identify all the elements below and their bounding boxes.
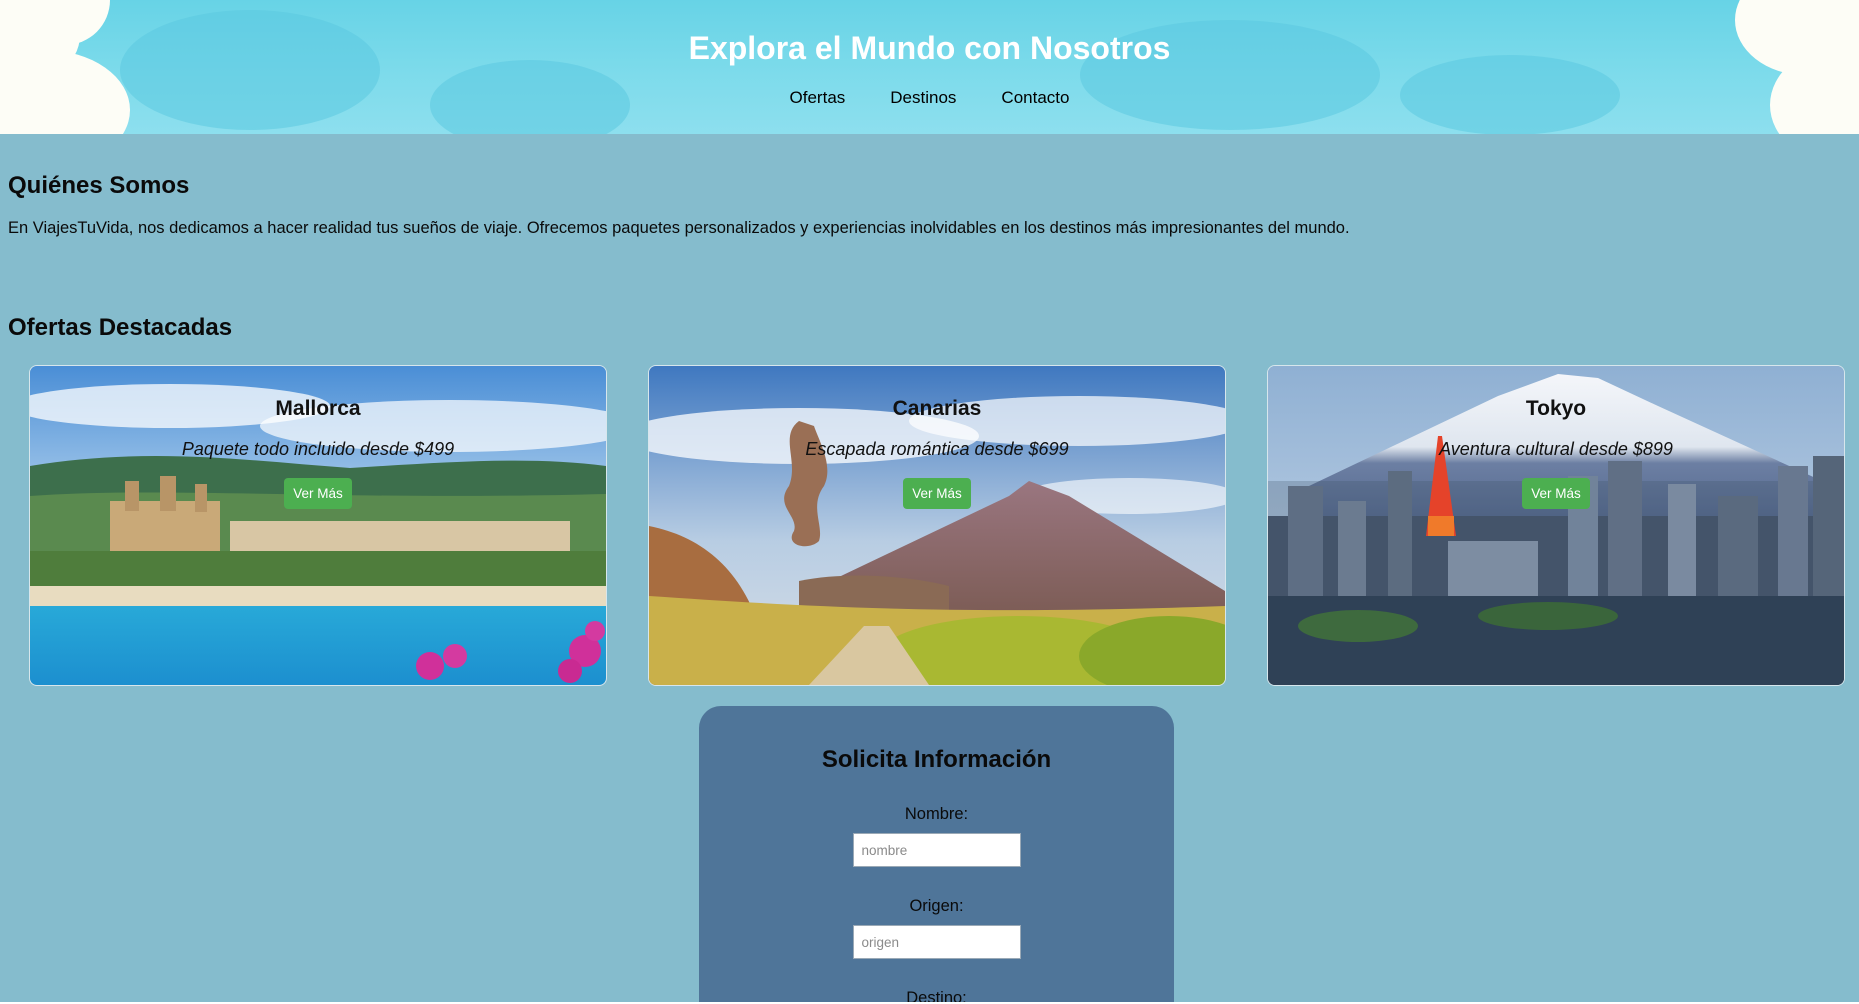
offer-card-canarias: Canarias Escapada romántica desde $699 V… xyxy=(648,365,1226,686)
main-nav: Ofertas Destinos Contacto xyxy=(0,88,1859,108)
about-text: En ViajesTuVida, nos dedicamos a hacer r… xyxy=(8,219,1350,237)
offer-description: Paquete todo incluido desde $499 xyxy=(181,439,455,459)
offer-cards: Mallorca Paquete todo incluido desde $49… xyxy=(29,365,1845,686)
about-section: Quiénes Somos En ViajesTuVida, nos dedic… xyxy=(8,172,1848,238)
form-field-nombre: Nombre: xyxy=(699,805,1174,867)
offer-description: Aventura cultural desde $899 xyxy=(1439,439,1673,459)
ver-mas-button-canarias[interactable]: Ver Más xyxy=(903,478,971,509)
form-field-destino: Destino: xyxy=(699,989,1174,1002)
form-field-origen: Origen: xyxy=(699,897,1174,959)
offer-card-tokyo: Tokyo Aventura cultural desde $899 Ver M… xyxy=(1267,365,1845,686)
origen-input[interactable] xyxy=(852,925,1021,959)
nav-link-destinos[interactable]: Destinos xyxy=(890,88,956,108)
offers-section: Ofertas Destacadas xyxy=(8,314,232,342)
offer-title: Tokyo xyxy=(1525,397,1587,420)
page: Explora el Mundo con Nosotros Ofertas De… xyxy=(0,0,1859,1002)
ver-mas-button-tokyo[interactable]: Ver Más xyxy=(1522,478,1590,509)
nav-link-contacto[interactable]: Contacto xyxy=(1001,88,1069,108)
offer-title: Mallorca xyxy=(275,397,361,420)
offer-description: Escapada romántica desde $699 xyxy=(805,439,1069,459)
nombre-label: Nombre: xyxy=(904,805,969,823)
destino-label: Destino: xyxy=(906,989,967,1002)
nav-link-ofertas[interactable]: Ofertas xyxy=(790,88,846,108)
nombre-input[interactable] xyxy=(852,833,1021,867)
form-heading: Solicita Información xyxy=(821,746,1052,773)
offer-title: Canarias xyxy=(892,397,982,420)
info-request-form: Solicita Información Nombre: Origen: Des… xyxy=(699,706,1174,1002)
site-title: Explora el Mundo con Nosotros xyxy=(688,30,1171,66)
site-header: Explora el Mundo con Nosotros Ofertas De… xyxy=(0,0,1859,134)
about-heading: Quiénes Somos xyxy=(8,172,190,199)
map-background-shape xyxy=(120,10,380,130)
offer-card-mallorca: Mallorca Paquete todo incluido desde $49… xyxy=(29,365,607,686)
origen-label: Origen: xyxy=(909,897,964,915)
ver-mas-button-mallorca[interactable]: Ver Más xyxy=(284,478,352,509)
offers-heading: Ofertas Destacadas xyxy=(8,314,233,341)
